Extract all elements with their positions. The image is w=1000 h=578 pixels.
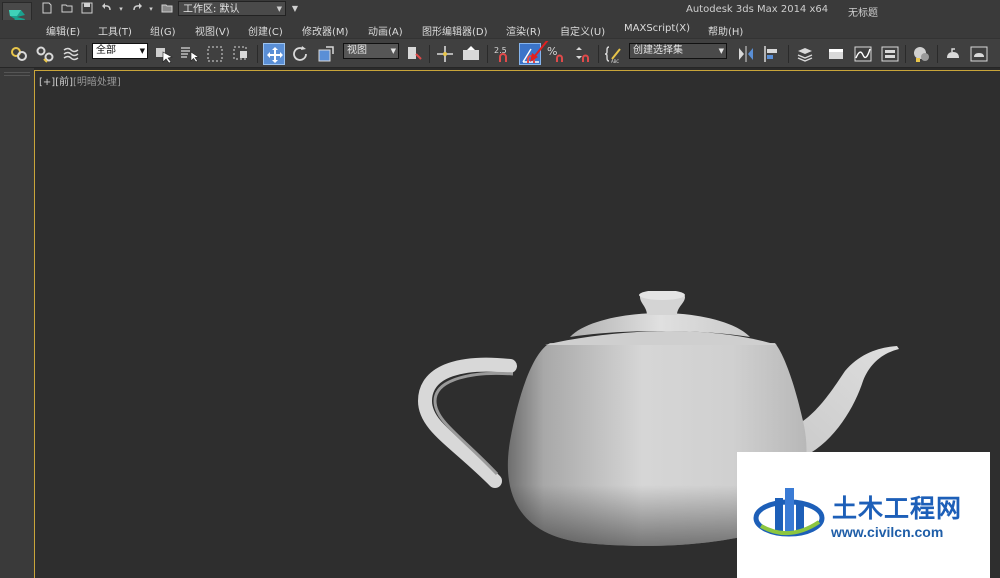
toolbar-separator <box>86 45 87 63</box>
toolbar-separator <box>487 45 488 63</box>
svg-text:ABC: ABC <box>611 59 619 64</box>
document-title: 无标题 <box>848 8 878 19</box>
app-title: Autodesk 3ds Max 2014 x64 <box>686 4 829 15</box>
schematic-view-icon[interactable] <box>879 43 901 65</box>
menu-edit[interactable]: 编辑(E) <box>46 23 80 38</box>
toolbar-separator <box>257 45 258 63</box>
site-watermark: 土木工程网 www.civilcn.com <box>737 452 990 578</box>
menu-bar: 编辑(E) 工具(T) 组(G) 视图(V) 创建(C) 修改器(M) 动画(A… <box>0 20 1000 38</box>
menu-rendering[interactable]: 渲染(R) <box>506 23 541 38</box>
toolbar-separator <box>598 45 599 63</box>
toolbar-separator <box>937 45 938 63</box>
bind-to-space-warp-icon[interactable] <box>60 43 82 65</box>
civilcn-logo-icon <box>753 488 825 537</box>
edit-named-selection-sets-icon[interactable]: ABC <box>603 43 625 65</box>
open-file-icon[interactable] <box>60 2 74 16</box>
selection-filter-select[interactable]: 全部 ▼ <box>92 43 148 59</box>
rectangular-selection-region-icon[interactable] <box>204 43 226 65</box>
select-by-name-icon[interactable] <box>178 43 200 65</box>
viewport-label: [+][前][明暗处理] <box>39 73 121 88</box>
menu-views[interactable]: 视图(V) <box>195 23 230 38</box>
menu-group[interactable]: 组(G) <box>150 23 176 38</box>
menu-modifiers[interactable]: 修改器(M) <box>302 23 348 38</box>
spinner-snap-toggle-icon[interactable] <box>571 43 593 65</box>
keyboard-shortcut-override-icon[interactable] <box>460 43 482 65</box>
unlink-selection-icon[interactable] <box>34 43 56 65</box>
menu-create[interactable]: 创建(C) <box>248 23 283 38</box>
material-editor-icon[interactable] <box>911 43 933 65</box>
chevron-down-icon: ▼ <box>718 47 724 55</box>
chevron-down-icon: ▼ <box>139 47 145 55</box>
redo-dropdown-icon[interactable]: ▾ <box>144 2 158 16</box>
snaps-toggle-icon[interactable]: 2.5 <box>492 43 514 65</box>
watermark-title: 土木工程网 <box>832 494 963 523</box>
watermark-url: www.civilcn.com <box>831 524 944 540</box>
quick-access-customize-icon[interactable]: ▼ <box>288 2 302 16</box>
viewport-menu-plus[interactable]: [+] <box>39 77 55 88</box>
menu-animation[interactable]: 动画(A) <box>368 23 403 38</box>
graphite-modeling-tools-icon[interactable] <box>825 43 847 65</box>
save-icon[interactable] <box>80 2 94 16</box>
new-file-icon[interactable] <box>40 2 54 16</box>
mirror-icon[interactable] <box>735 43 757 65</box>
align-icon[interactable] <box>761 43 783 65</box>
menu-graph-editors[interactable]: 图形编辑器(D) <box>422 23 488 38</box>
rendered-frame-window-icon[interactable] <box>968 43 990 65</box>
menu-tools[interactable]: 工具(T) <box>98 23 132 38</box>
undo-icon[interactable] <box>100 2 114 16</box>
undo-dropdown-icon[interactable]: ▾ <box>114 2 128 16</box>
menu-customize[interactable]: 自定义(U) <box>560 23 605 38</box>
curve-editor-icon[interactable] <box>852 43 874 65</box>
toolbar-separator <box>905 45 906 63</box>
chevron-down-icon: ▼ <box>390 47 396 55</box>
viewport-point-of-view[interactable]: [前] <box>55 77 73 88</box>
select-and-rotate-icon[interactable] <box>289 43 311 65</box>
teapot-handle <box>417 357 517 488</box>
workspace-select[interactable]: 工作区: 默认 ▼ <box>178 1 286 16</box>
toolbar-separator <box>429 45 430 63</box>
selection-filter-value: 全部 <box>96 45 116 56</box>
select-and-move-icon[interactable] <box>263 43 285 65</box>
panel-grip[interactable] <box>4 72 30 73</box>
select-and-link-icon[interactable] <box>8 43 30 65</box>
use-pivot-center-icon[interactable] <box>403 43 425 65</box>
named-selection-set-select[interactable]: 创建选择集 ▼ <box>629 43 727 59</box>
annotation-arrow-icon <box>530 41 549 62</box>
toolbar-separator <box>788 45 789 63</box>
reference-coordinate-value: 视图 <box>347 45 367 56</box>
panel-grip[interactable] <box>4 75 30 76</box>
manage-layers-icon[interactable] <box>794 43 816 65</box>
workspace-label: 工作区: 默认 <box>183 4 240 15</box>
select-and-scale-icon[interactable] <box>315 43 337 65</box>
select-and-manipulate-icon[interactable] <box>434 43 456 65</box>
window-crossing-icon[interactable] <box>230 43 252 65</box>
menu-maxscript[interactable]: MAXScript(X) <box>624 23 690 34</box>
render-setup-icon[interactable] <box>942 43 964 65</box>
main-toolbar: 全部 ▼ 视图 ▼ 2.5 % ABC 创建选择集 ▼ <box>0 38 1000 68</box>
chevron-down-icon: ▼ <box>276 5 282 13</box>
redo-icon[interactable] <box>130 2 144 16</box>
select-object-icon[interactable] <box>152 43 174 65</box>
viewport-shading-mode[interactable]: [明暗处理] <box>73 77 121 88</box>
reference-coordinate-select[interactable]: 视图 ▼ <box>343 43 399 59</box>
project-folder-icon[interactable] <box>160 2 174 16</box>
menu-help[interactable]: 帮助(H) <box>708 23 743 38</box>
named-selection-set-value: 创建选择集 <box>633 45 683 56</box>
title-bar: ▾ ▾ 工作区: 默认 ▼ ▼ Autodesk 3ds Max 2014 x6… <box>0 0 1000 36</box>
left-panel-strip <box>0 68 34 578</box>
